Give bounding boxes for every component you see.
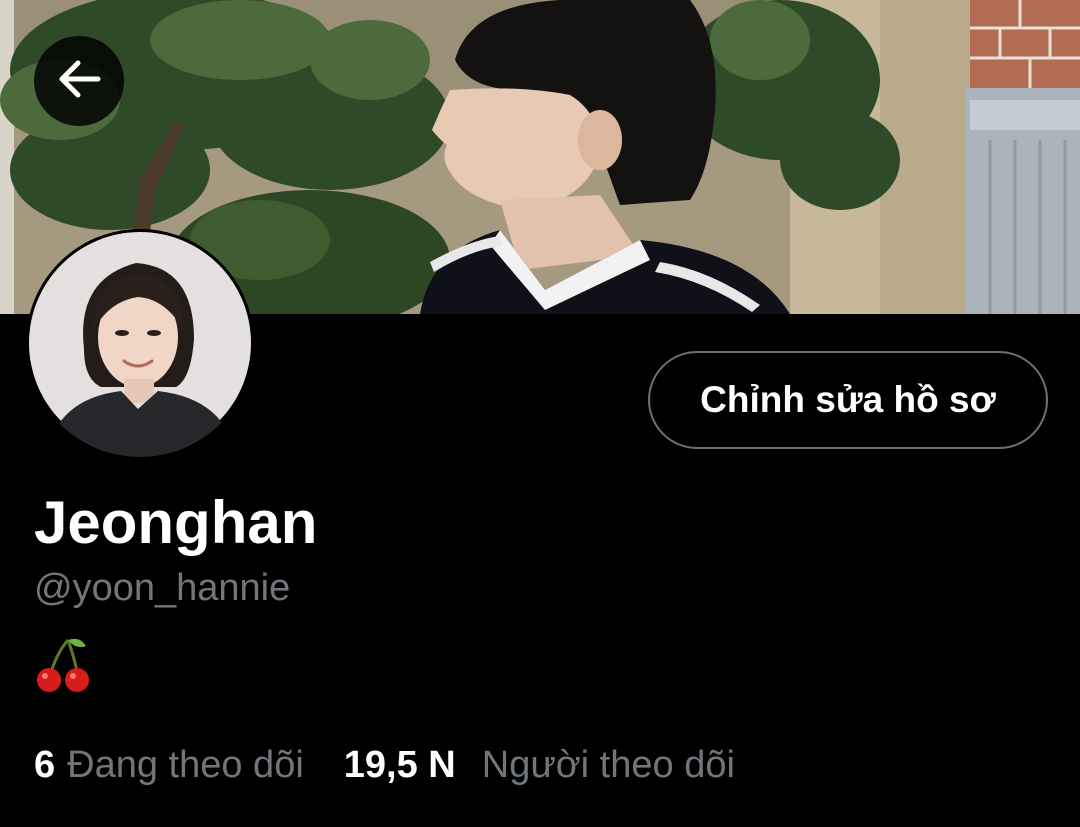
back-button[interactable] (34, 36, 124, 126)
profile-page: Chỉnh sửa hồ sơ Jeonghan @yoon_hannie 6 … (0, 0, 1080, 827)
followers-stat[interactable]: 19,5 N Người theo dõi (344, 744, 735, 787)
display-name: Jeonghan (34, 489, 318, 556)
arrow-left-icon (54, 54, 104, 109)
followers-count: 19,5 N (343, 743, 456, 786)
cherries-icon (34, 638, 94, 698)
follow-stats: 6 Đang theo dõi 19,5 N Người theo dõi (34, 740, 735, 790)
avatar[interactable] (26, 229, 254, 457)
following-label: Đang theo dõi (67, 743, 304, 786)
following-stat[interactable]: 6 Đang theo dõi (34, 744, 304, 787)
following-count: 6 (34, 743, 56, 786)
bio (34, 634, 94, 694)
followers-label: Người theo dõi (481, 743, 735, 786)
username-handle: @yoon_hannie (34, 567, 291, 609)
edit-profile-button[interactable]: Chỉnh sửa hồ sơ (648, 351, 1048, 449)
